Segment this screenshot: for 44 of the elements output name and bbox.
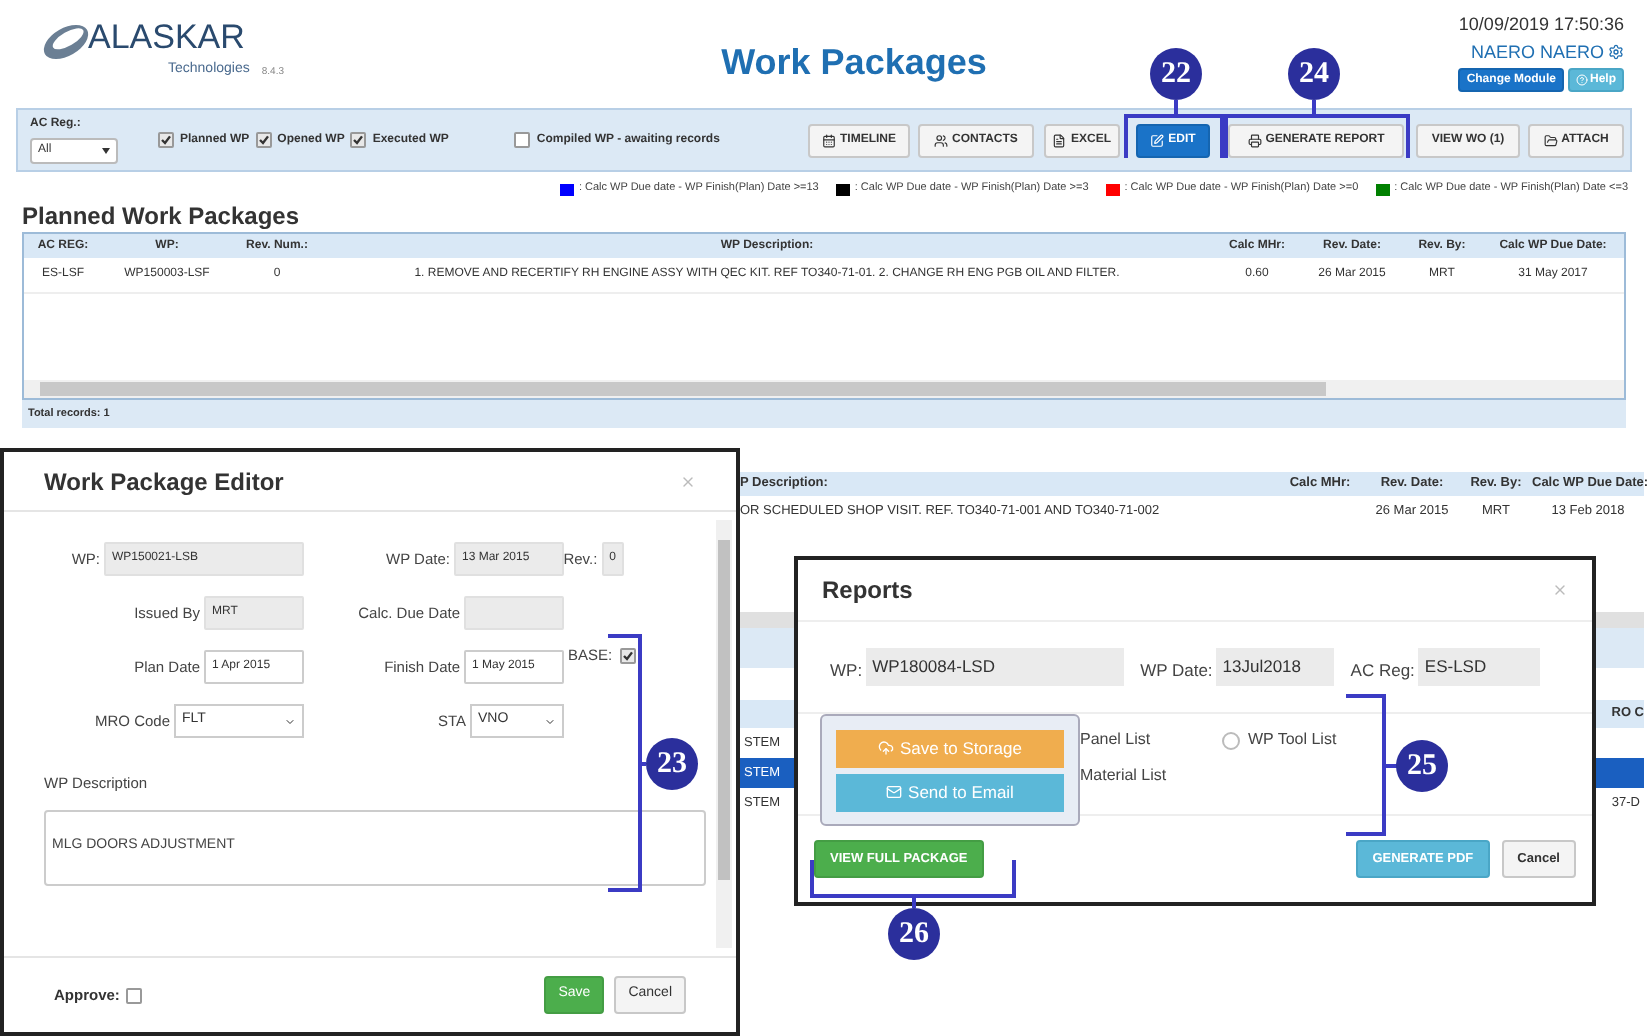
page-title: Work Packages [721,40,987,86]
dialog-title: Work Package Editor [44,465,284,499]
approve-checkbox[interactable] [125,987,142,1003]
close-icon[interactable] [680,473,696,489]
callout-badge: 24 [1288,48,1340,100]
input-field[interactable]: ES-LSD [1418,648,1541,686]
report-option-label: Panel List [1080,728,1153,752]
folder-icon [1543,133,1558,147]
field-label: WP: [830,658,863,684]
base-checkbox[interactable] [620,647,637,664]
bracket-line [1344,694,1400,836]
filter-checkbox[interactable] [255,132,272,148]
input-field[interactable]: 13Jul2018 [1216,648,1335,686]
brand-name: ALASKAR [88,20,247,56]
callout-badge: 26 [888,908,940,960]
section-heading: Planned Work Packages [22,202,300,230]
dialog-title: Reports [822,574,913,608]
filter-checkbox[interactable] [514,132,531,148]
input-field[interactable] [464,596,564,630]
scrollbar-thumb[interactable] [718,540,730,880]
date-time: 10/09/2019 17:50:36 [1458,12,1624,38]
help-icon [1575,74,1588,86]
caret-icon [544,715,556,727]
users-icon [934,133,949,147]
calendar-icon [822,133,836,147]
caret-icon [284,715,296,727]
callout-badge: 22 [1150,48,1202,100]
edit-icon [1150,133,1165,147]
settings-icon[interactable] [1608,44,1624,61]
horizontal-scrollbar[interactable] [24,380,1624,398]
mail-icon [886,784,903,800]
cloud-icon [878,740,895,756]
file-icon [1052,133,1067,147]
field-label: WP Date: [1140,658,1213,684]
report-option-label: WP Tool List [1248,728,1337,752]
input-field[interactable]: WP180084-LSD [866,648,1125,686]
printer-icon [1247,133,1262,147]
user-name[interactable]: NAERO NAERO [1470,39,1604,66]
filter-checkbox[interactable] [158,132,174,148]
close-icon[interactable] [1552,582,1568,598]
filter-checkbox[interactable] [350,132,367,148]
field-label: AC Reg: [1350,658,1415,684]
report-option-label: Material List [1080,764,1167,788]
radio-button[interactable] [1222,731,1240,749]
